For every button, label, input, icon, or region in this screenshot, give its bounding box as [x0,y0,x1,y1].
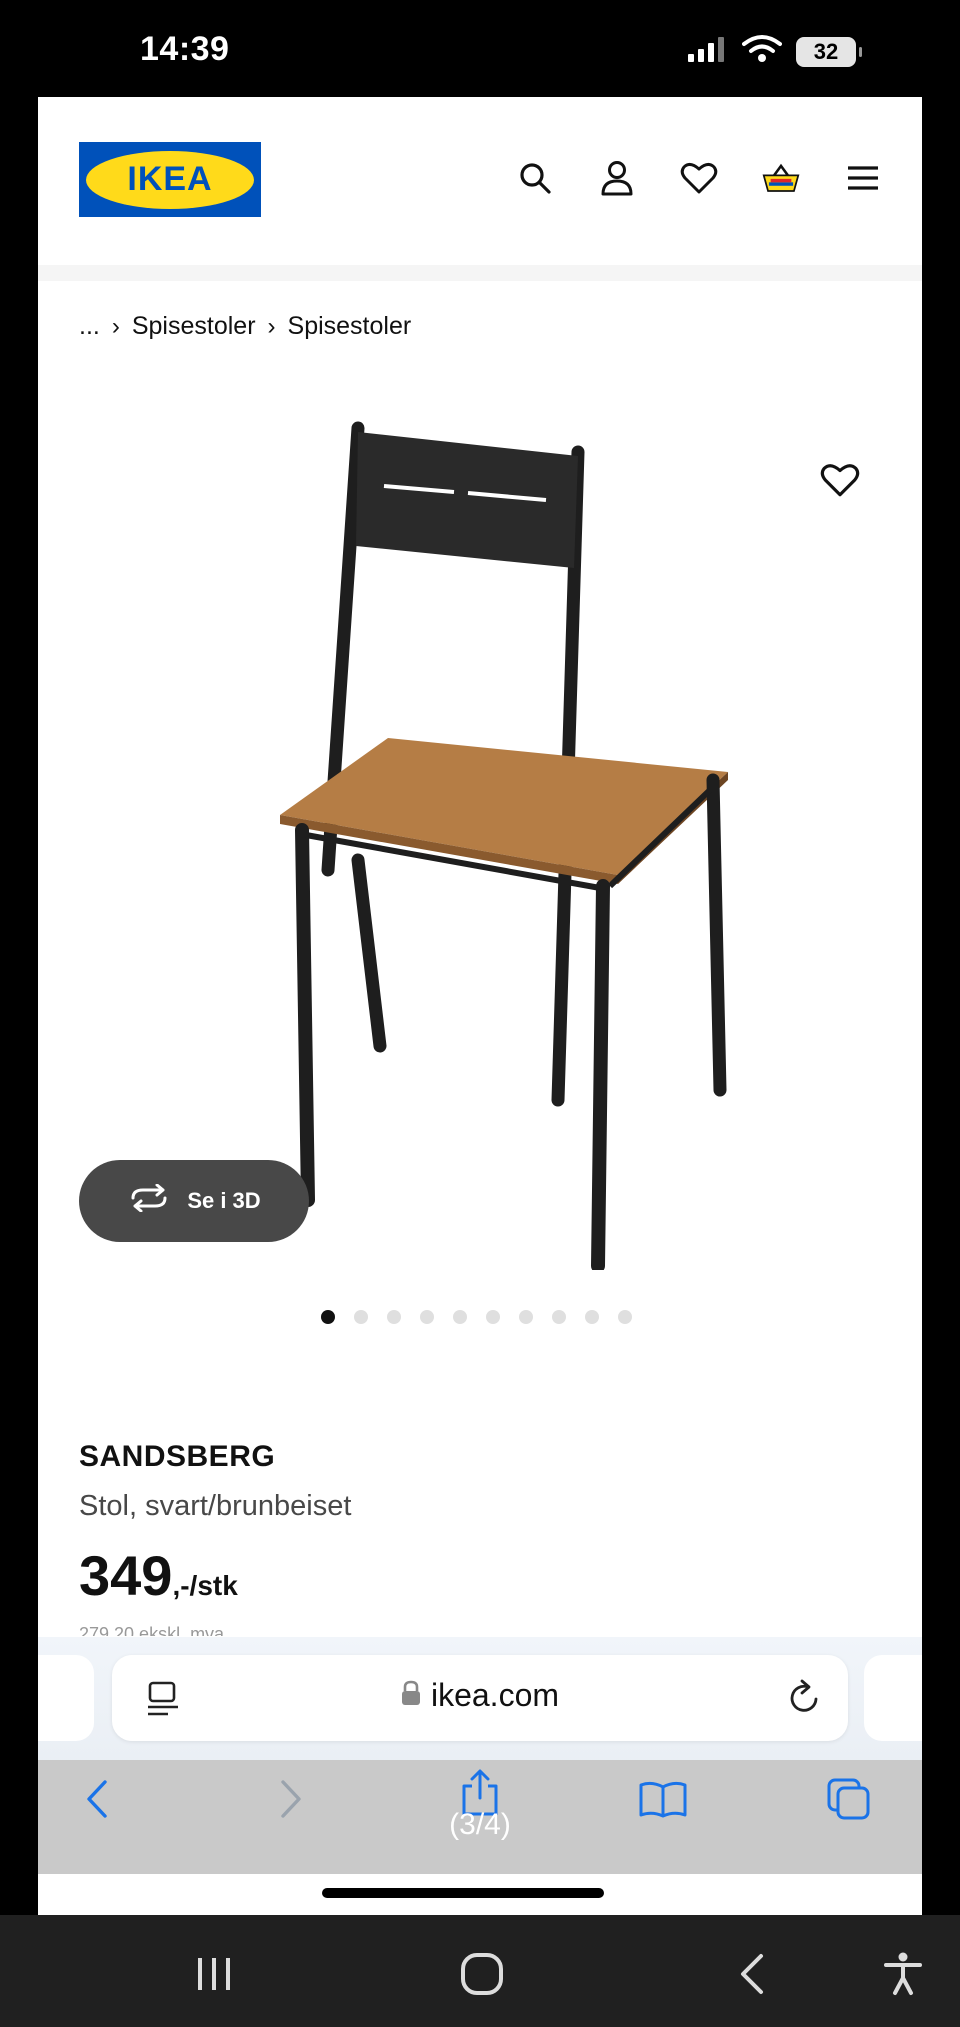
product-description: Stol, svart/brunbeiset [79,1490,352,1522]
site-header: IKEA [38,97,922,281]
android-back-icon[interactable] [725,1947,779,2001]
price-integer: 349 [79,1544,173,1607]
page-counter: (3/4) [449,1808,511,1841]
previous-tab-peek[interactable] [38,1655,94,1741]
signal-icon [688,36,728,67]
battery-indicator: 32 [796,36,862,67]
gallery-dot[interactable] [387,1310,401,1324]
product-image[interactable] [218,410,778,1273]
chevron-right-icon: › [267,312,276,340]
android-navigation-bar [0,1915,960,2027]
gallery-dot[interactable] [519,1310,533,1324]
lock-icon [401,1677,421,1714]
phone-screen: 14:39 32 IKEA ... › Spisestoler › Spises… [38,0,922,1915]
gallery-dot[interactable] [453,1310,467,1324]
search-icon[interactable] [516,159,554,197]
price-excl-vat: 279,20 ekskl. mva [79,1624,225,1636]
chevron-right-icon: › [111,312,120,340]
next-tab-peek[interactable] [864,1655,922,1741]
price-suffix: ,-/stk [172,1570,238,1601]
breadcrumb-item[interactable]: Spisestoler [132,312,256,341]
rotate-icon [127,1183,171,1218]
heart-icon[interactable] [680,159,718,197]
gallery-dot[interactable] [420,1310,434,1324]
accessibility-icon[interactable] [876,1947,930,2001]
status-time: 14:39 [140,30,230,68]
address-bar[interactable]: ikea.com [112,1655,848,1741]
gallery-dot[interactable] [618,1310,632,1324]
gallery-pagination [321,1310,632,1324]
reload-icon[interactable] [786,1679,822,1722]
user-icon[interactable] [598,159,636,197]
url-display[interactable]: ikea.com [112,1677,848,1714]
breadcrumb: ... › Spisestoler › Spisestoler [79,312,411,341]
status-icons: 32 [688,34,862,69]
product-name: SANDSBERG [79,1440,276,1473]
favorite-heart-icon[interactable] [818,458,862,502]
logo-oval: IKEA [86,150,254,209]
home-indicator-area [38,1874,922,1915]
home-indicator[interactable] [322,1888,604,1898]
gallery-dot[interactable] [486,1310,500,1324]
logo-text: IKEA [127,160,213,198]
home-button-icon[interactable] [455,1947,509,2001]
product-price: 349 ,-/stk [79,1543,238,1608]
wifi-icon [742,34,782,69]
recent-apps-icon[interactable] [187,1947,241,2001]
menu-icon[interactable] [844,159,882,197]
gallery-dot[interactable] [552,1310,566,1324]
header-icons [516,159,882,197]
status-bar: 14:39 32 [38,0,922,97]
url-text: ikea.com [430,1677,560,1713]
view-in-3d-button[interactable]: Se i 3D [79,1160,309,1242]
ikea-logo[interactable]: IKEA [79,142,261,217]
gallery-dot[interactable] [354,1310,368,1324]
gallery-dot[interactable] [321,1310,335,1324]
breadcrumb-ellipsis[interactable]: ... [79,312,100,341]
basket-icon[interactable] [762,159,800,197]
browser-toolbar: (3/4) [38,1760,922,1874]
breadcrumb-item[interactable]: Spisestoler [288,312,412,341]
gallery-dot[interactable] [585,1310,599,1324]
view-in-3d-label: Se i 3D [187,1188,261,1213]
